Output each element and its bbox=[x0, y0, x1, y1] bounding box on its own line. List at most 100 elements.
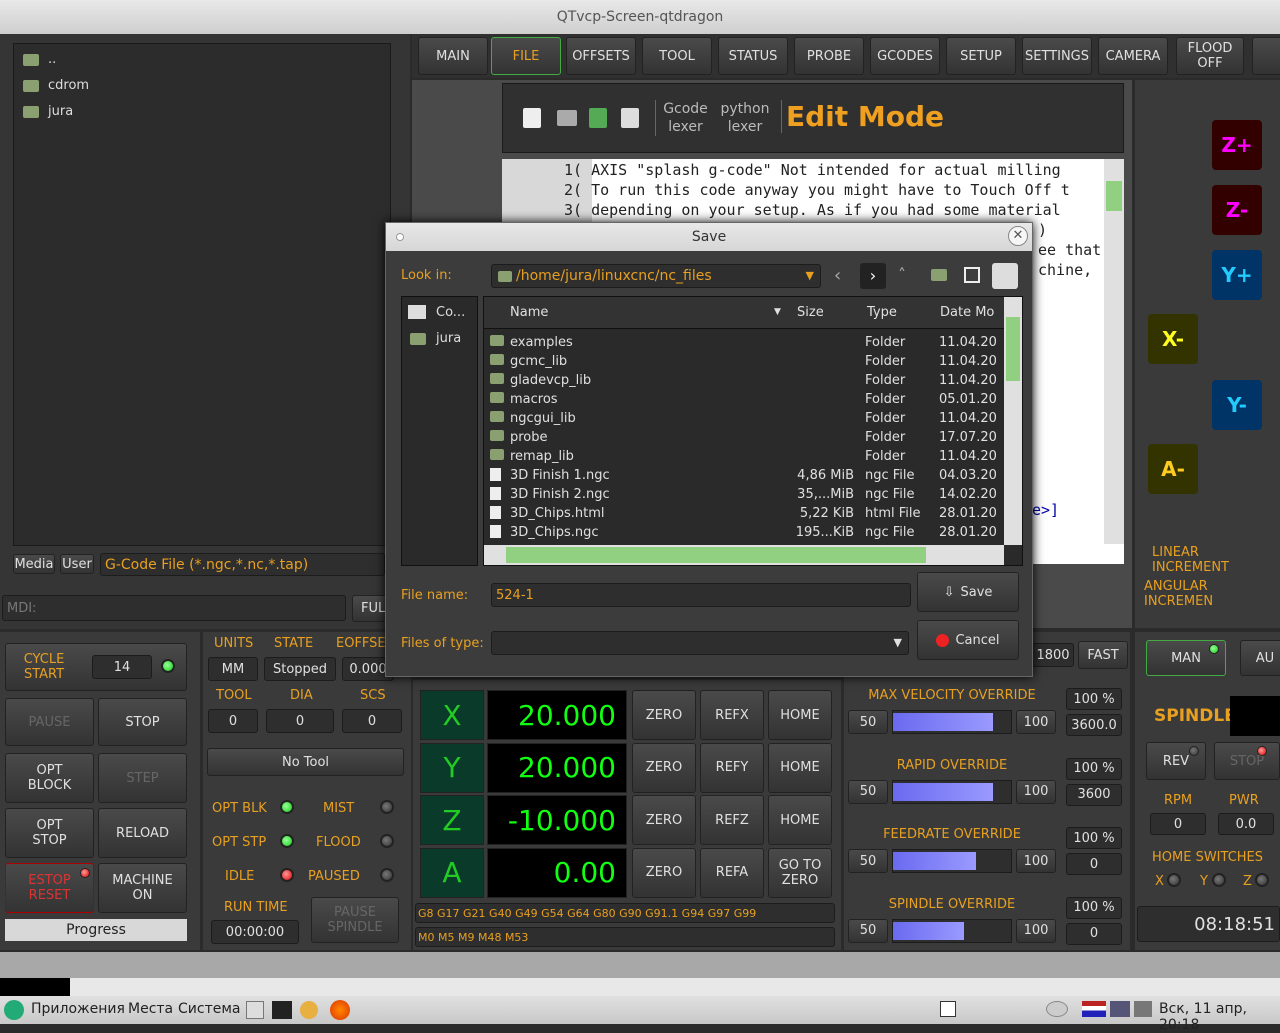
rev-button[interactable]: REV bbox=[1146, 742, 1206, 780]
tab-flood[interactable]: FLOOD OFF bbox=[1176, 37, 1244, 75]
app-launcher-icon[interactable] bbox=[300, 1001, 318, 1019]
system-menu[interactable]: Система bbox=[178, 1001, 240, 1017]
override-slider[interactable] bbox=[892, 849, 1012, 873]
list-item[interactable]: .. bbox=[20, 50, 320, 70]
home-y-button[interactable]: HOME bbox=[768, 742, 832, 793]
horizontal-scrollbar[interactable] bbox=[484, 545, 1004, 565]
tab-tool[interactable]: TOOL bbox=[642, 37, 712, 75]
file-row[interactable]: macros Folder 05.01.20 bbox=[484, 390, 1004, 409]
tab-status[interactable]: STATUS bbox=[718, 37, 788, 75]
file-row[interactable]: gcmc_lib Folder 11.04.20 bbox=[484, 352, 1004, 371]
header-size[interactable]: Size bbox=[797, 305, 824, 320]
editor-launcher-icon[interactable] bbox=[246, 1001, 264, 1019]
tab-probe[interactable]: PROBE bbox=[794, 37, 864, 75]
override-slider[interactable] bbox=[892, 918, 1012, 943]
override-min-button[interactable]: 50 bbox=[848, 849, 888, 873]
detail-view-icon[interactable] bbox=[992, 263, 1018, 289]
python-lexer-button[interactable]: python lexer bbox=[715, 100, 775, 136]
terminal-icon[interactable] bbox=[272, 1001, 292, 1019]
jog-yplus-button[interactable]: Y+ bbox=[1212, 250, 1262, 300]
fast-button[interactable]: FAST bbox=[1078, 641, 1128, 669]
exit-icon[interactable] bbox=[621, 108, 639, 128]
pause-button[interactable]: PAUSE bbox=[5, 698, 94, 746]
estop-reset-button[interactable]: ESTOP RESET bbox=[5, 863, 94, 913]
file-row[interactable]: ngcgui_lib Folder 11.04.20 bbox=[484, 409, 1004, 428]
ref-y-button[interactable]: REFY bbox=[700, 742, 764, 793]
list-view-icon[interactable] bbox=[964, 267, 980, 283]
opt-stop-button[interactable]: OPT STOP bbox=[5, 808, 94, 858]
editor-scrollbar[interactable] bbox=[1104, 159, 1124, 544]
jog-zminus-button[interactable]: Z- bbox=[1212, 185, 1262, 235]
network-icon[interactable] bbox=[1046, 1001, 1068, 1017]
man-button[interactable]: MAN bbox=[1146, 640, 1226, 676]
ref-z-button[interactable]: REFZ bbox=[700, 795, 764, 845]
parent-dir-icon[interactable]: ˄ bbox=[898, 265, 906, 284]
file-browser-list[interactable]: .. cdrom jura bbox=[13, 43, 391, 546]
jog-xminus-button[interactable]: X- bbox=[1148, 314, 1198, 364]
keyboard-layout-icon[interactable] bbox=[1082, 1001, 1106, 1017]
header-type[interactable]: Type bbox=[867, 305, 897, 320]
file-row[interactable]: 3D Finish 2.ngc 35,...MiB ngc File 14.02.20 bbox=[484, 485, 1004, 504]
step-button[interactable]: STEP bbox=[98, 753, 187, 803]
zero-x-button[interactable]: ZERO bbox=[632, 690, 696, 740]
override-max-button[interactable]: 100 bbox=[1016, 918, 1056, 943]
tab-file[interactable]: FILE bbox=[491, 37, 561, 75]
opt-block-button[interactable]: OPT BLOCK bbox=[5, 753, 94, 803]
tab-gcodes[interactable]: GCODES bbox=[870, 37, 940, 75]
mdi-input[interactable]: MDI: bbox=[2, 595, 346, 621]
file-row[interactable]: examples Folder 11.04.20 bbox=[484, 333, 1004, 352]
firefox-icon[interactable] bbox=[330, 1000, 350, 1020]
jog-yminus-button[interactable]: Y- bbox=[1212, 380, 1262, 430]
file-row[interactable]: 3D Finish 1.ngc 4,86 MiB ngc File 04.03.20 bbox=[484, 466, 1004, 485]
override-max-button[interactable]: 100 bbox=[1016, 710, 1056, 734]
file-row[interactable]: probe Folder 17.07.20 bbox=[484, 428, 1004, 447]
new-folder-icon[interactable] bbox=[931, 269, 947, 281]
tab-settings[interactable]: SETTINGS bbox=[1022, 37, 1092, 75]
zero-y-button[interactable]: ZERO bbox=[632, 742, 696, 793]
open-file-icon[interactable] bbox=[557, 110, 577, 126]
home-a-button[interactable]: GO TO ZERO bbox=[768, 847, 832, 898]
axis-label-x[interactable]: X bbox=[420, 690, 484, 740]
tab-camera[interactable]: CAMERA bbox=[1098, 37, 1168, 75]
user-button[interactable]: User bbox=[60, 554, 94, 574]
cancel-button[interactable]: Cancel bbox=[917, 620, 1019, 660]
workspace-icon[interactable] bbox=[940, 1001, 956, 1017]
back-icon[interactable]: ‹ bbox=[834, 265, 841, 286]
pause-spindle-button[interactable]: PAUSE SPINDLE bbox=[311, 897, 399, 943]
dialog-menu-icon[interactable] bbox=[396, 233, 404, 241]
save-button[interactable]: ⇩ Save bbox=[917, 572, 1019, 612]
media-button[interactable]: Media bbox=[13, 554, 55, 574]
file-row[interactable]: gladevcp_lib Folder 11.04.20 bbox=[484, 371, 1004, 390]
network-status-icon[interactable] bbox=[1134, 1001, 1152, 1017]
place-item[interactable]: jura bbox=[406, 329, 476, 349]
list-item[interactable]: jura bbox=[20, 102, 320, 122]
home-z-button[interactable]: HOME bbox=[768, 795, 832, 845]
apps-menu[interactable]: Приложения bbox=[31, 1001, 125, 1017]
ref-x-button[interactable]: REFX bbox=[700, 690, 764, 740]
cycle-start-button[interactable]: CYCLE START 14 bbox=[5, 643, 187, 691]
apps-icon[interactable] bbox=[4, 1000, 24, 1020]
header-name[interactable]: Name bbox=[510, 305, 548, 320]
header-date[interactable]: Date Mo bbox=[940, 305, 994, 320]
stop-button[interactable]: STOP bbox=[98, 698, 187, 746]
zero-a-button[interactable]: ZERO bbox=[632, 847, 696, 898]
file-row[interactable]: remap_lib Folder 11.04.20 bbox=[484, 447, 1004, 466]
place-item[interactable]: Co... bbox=[406, 303, 476, 323]
places-sidebar[interactable]: Co... jura bbox=[401, 296, 478, 566]
gcode-lexer-button[interactable]: Gcode lexer bbox=[655, 100, 715, 136]
file-row[interactable]: 3D_Chips.ngc 195...KiB ngc File 28.01.20 bbox=[484, 523, 1004, 542]
jog-aminus-button[interactable]: A- bbox=[1148, 444, 1198, 494]
file-filter-select[interactable]: G-Code File (*.ngc,*.nc,*.tap) bbox=[100, 553, 385, 576]
tab-setup[interactable]: SETUP bbox=[946, 37, 1016, 75]
machine-on-button[interactable]: MACHINE ON bbox=[98, 863, 187, 913]
override-slider[interactable] bbox=[892, 779, 1012, 804]
override-min-button[interactable]: 50 bbox=[848, 710, 888, 734]
override-max-button[interactable]: 100 bbox=[1016, 849, 1056, 873]
close-icon[interactable]: ✕ bbox=[1008, 226, 1028, 246]
files-of-type-select[interactable]: ▼ bbox=[491, 631, 909, 655]
look-in-select[interactable]: /home/jura/linuxcnc/nc_files ▼ bbox=[491, 264, 821, 288]
file-row[interactable]: 3D_Chips.html 5,22 KiB html File 28.01.20 bbox=[484, 504, 1004, 523]
override-max-button[interactable]: 100 bbox=[1016, 779, 1056, 804]
display-icon[interactable] bbox=[1110, 1001, 1130, 1017]
tab-offsets[interactable]: OFFSETS bbox=[566, 37, 636, 75]
